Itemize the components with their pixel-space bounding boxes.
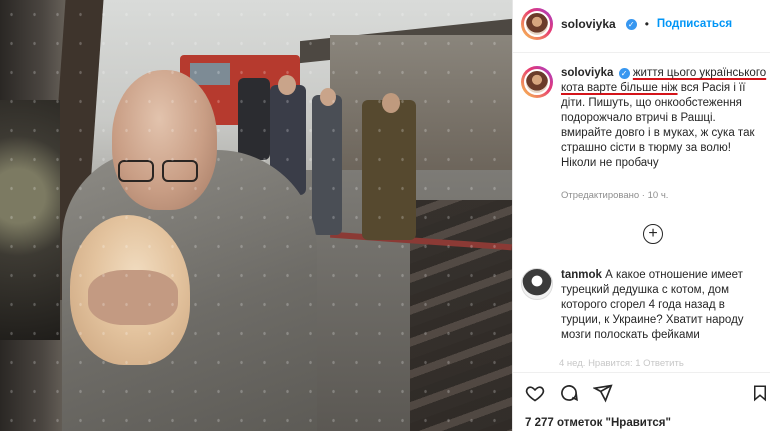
comment-meta: 4 нед. Нравится: 1 Ответить	[559, 358, 684, 369]
caption-text: soloviyka ✓ життя цього українського кот…	[561, 66, 767, 171]
caption-username[interactable]: soloviyka	[561, 67, 613, 79]
snowfall	[0, 0, 512, 431]
bookmark-icon[interactable]	[751, 383, 769, 403]
edited-meta: Отредактировано · 10 ч.	[561, 190, 669, 201]
post-photo[interactable]	[0, 0, 512, 431]
verified-icon: ✓	[618, 68, 630, 79]
post-header: soloviyka ✓ • Подписаться	[521, 8, 770, 40]
comment-icon[interactable]	[559, 383, 579, 403]
separator-dot: •	[644, 17, 649, 31]
follow-button[interactable]: Подписаться	[657, 18, 732, 30]
action-bar: 7 277 отметок "Нравится"	[513, 372, 770, 432]
verified-icon: ✓	[625, 18, 637, 30]
share-icon[interactable]	[593, 383, 613, 403]
author-username[interactable]: soloviyka	[561, 17, 616, 31]
comment: tanmok А какое отношение имеет турецкий …	[521, 268, 767, 343]
likes-count[interactable]: 7 277 отметок "Нравится"	[525, 417, 671, 429]
commenter-avatar[interactable]	[521, 268, 553, 300]
author-avatar[interactable]	[521, 8, 553, 40]
caption-avatar[interactable]	[521, 66, 553, 98]
comment-text: tanmok А какое отношение имеет турецкий …	[561, 268, 767, 343]
action-icons	[525, 383, 613, 403]
header-divider	[513, 52, 770, 53]
post-side-panel: soloviyka ✓ • Подписаться soloviyka ✓ жи…	[512, 0, 770, 431]
plus-circle-icon[interactable]: +	[643, 224, 663, 244]
caption-body: вся Расія і її діти. Пишуть, що онкообст…	[561, 82, 755, 169]
commenter-username[interactable]: tanmok	[561, 269, 602, 281]
heart-icon[interactable]	[525, 383, 545, 403]
post-caption: soloviyka ✓ життя цього українського кот…	[521, 66, 767, 171]
